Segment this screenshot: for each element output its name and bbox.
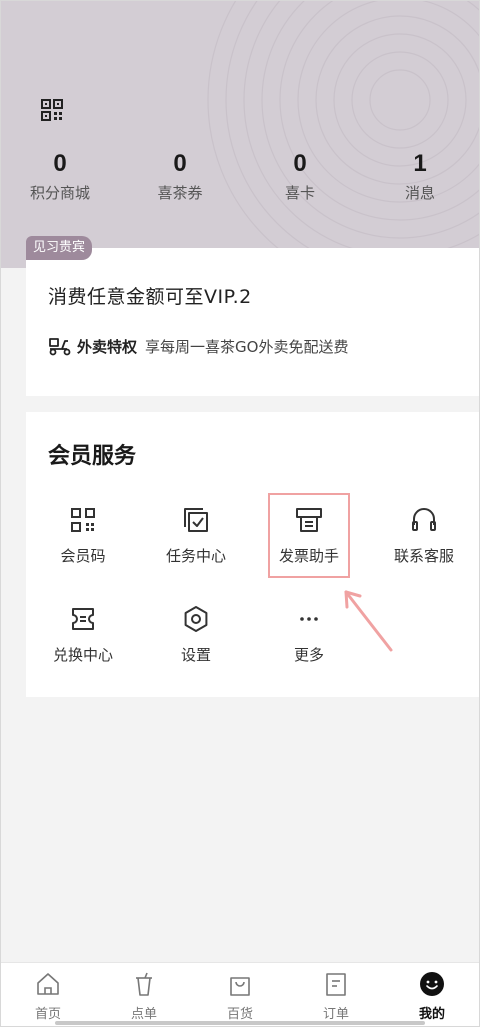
more-icon [300, 617, 318, 621]
member-level-badge: 见习贵宾 [26, 236, 93, 260]
nav-label: 我的 [418, 1007, 445, 1022]
stat-messages[interactable]: 1 消息 [365, 150, 475, 203]
settings-icon [184, 606, 208, 632]
header-rings-decoration [207, 0, 480, 268]
home-indicator [55, 1021, 425, 1025]
task-icon [184, 508, 208, 532]
service-label: 联系客服 [393, 547, 454, 565]
stat-value: 0 [293, 150, 307, 177]
perk-name: 外卖特权 [77, 337, 138, 356]
nav-label: 点单 [130, 1007, 157, 1022]
member-services-card: 会员服务 会员码 任务中心 发票助手 联系客服 兑换中心 设置 更多 [26, 412, 480, 697]
profile-header: 0 积分商城 0 喜茶券 0 喜卡 1 消息 [0, 0, 480, 268]
stat-label: 积分商城 [29, 184, 90, 202]
vip-progress-text: 消费任意金额可至VIP.2 [48, 286, 252, 308]
stat-card[interactable]: 0 喜卡 [245, 150, 355, 203]
service-label: 发票助手 [278, 547, 339, 565]
nav-label: 订单 [322, 1007, 349, 1022]
service-redeem-center[interactable]: 兑换中心 [33, 604, 133, 665]
nav-order[interactable]: 点单 [96, 971, 192, 1022]
stat-value: 1 [413, 150, 427, 177]
membership-card[interactable]: 消费任意金额可至VIP.2 外卖特权 享每周一喜茶GO外卖免配送费 [26, 248, 480, 396]
bag-icon [230, 977, 250, 996]
service-invoice-assistant[interactable]: 发票助手 [259, 505, 359, 566]
perk-description: 享每周一喜茶GO外卖免配送费 [145, 337, 349, 356]
service-task-center[interactable]: 任务中心 [146, 505, 246, 566]
nav-profile[interactable]: 我的 [384, 971, 480, 1022]
stat-value: 0 [53, 150, 67, 177]
qr-code-button[interactable] [40, 98, 64, 122]
nav-orders[interactable]: 订单 [288, 971, 384, 1022]
service-label: 任务中心 [165, 547, 226, 565]
annotation-arrow-icon [344, 590, 393, 652]
bottom-navigation: 首页 点单 百货 订单 我的 [0, 962, 480, 1027]
headset-icon [412, 508, 436, 531]
stat-label: 喜卡 [284, 184, 315, 202]
nav-label: 百货 [226, 1007, 253, 1022]
order-icon [326, 973, 346, 996]
nav-label: 首页 [34, 1007, 61, 1022]
ticket-icon [72, 608, 94, 630]
cup-icon [136, 972, 152, 996]
service-settings[interactable]: 设置 [146, 604, 246, 665]
profile-icon [420, 972, 444, 996]
service-label: 设置 [180, 646, 211, 664]
stat-points-mall[interactable]: 0 积分商城 [5, 150, 115, 203]
stat-label: 喜茶券 [157, 184, 203, 202]
qr-code-icon [41, 99, 63, 121]
service-member-code[interactable]: 会员码 [33, 505, 133, 566]
home-icon [37, 973, 59, 995]
service-customer-support[interactable]: 联系客服 [374, 505, 474, 566]
service-label: 会员码 [60, 547, 106, 565]
qr-code-icon [71, 508, 95, 532]
service-label: 兑换中心 [52, 646, 113, 664]
stat-value: 0 [173, 150, 187, 177]
nav-mall[interactable]: 百货 [192, 971, 288, 1022]
stat-coupons[interactable]: 0 喜茶券 [125, 150, 235, 203]
scooter-icon [49, 338, 71, 356]
nav-home[interactable]: 首页 [0, 971, 96, 1022]
invoice-icon [296, 508, 322, 532]
stat-label: 消息 [404, 184, 435, 202]
services-title: 会员服务 [48, 444, 137, 469]
delivery-perk: 外卖特权 享每周一喜茶GO外卖免配送费 [48, 334, 348, 358]
